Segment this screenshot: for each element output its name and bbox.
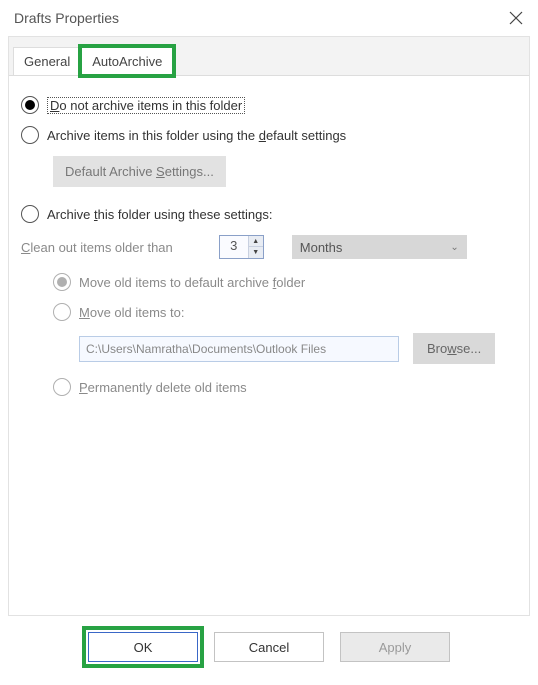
spinner-up-icon: ▲ [249, 236, 263, 247]
spinner-down-icon: ▼ [249, 247, 263, 258]
apply-button: Apply [340, 632, 450, 662]
option-do-not-archive[interactable]: Do not archive items in this folder [21, 96, 517, 114]
option-archive-default[interactable]: Archive items in this folder using the d… [21, 126, 517, 144]
radio-icon [53, 378, 71, 396]
browse-button: Browse... [413, 333, 495, 364]
cancel-button[interactable]: Cancel [214, 632, 324, 662]
radio-icon [53, 303, 71, 321]
archive-path-field: C:\Users\Namratha\Documents\Outlook File… [79, 336, 399, 362]
chevron-down-icon: ⌄ [450, 242, 458, 253]
default-archive-settings-button: Default Archive Settings... [53, 156, 226, 187]
option-archive-these-settings[interactable]: Archive this folder using these settings… [21, 205, 517, 223]
radio-icon [53, 273, 71, 291]
spinner-value: 3 [220, 236, 248, 258]
clean-out-label: Clean out items older than [21, 240, 173, 255]
suboption-permanently-delete: Permanently delete old items [53, 378, 517, 396]
radio-icon [21, 205, 39, 223]
option-label: Move old items to: [79, 305, 185, 320]
radio-icon [21, 96, 39, 114]
tab-general[interactable]: General [13, 47, 81, 75]
suboption-move-default-folder: Move old items to default archive folder [53, 273, 517, 291]
option-label: Move old items to default archive folder [79, 275, 305, 290]
suboption-move-to: Move old items to: [53, 303, 517, 321]
ok-button[interactable]: OK [88, 632, 198, 662]
radio-icon [21, 126, 39, 144]
unit-dropdown: Months ⌄ [292, 235, 467, 259]
option-label: Archive items in this folder using the d… [47, 128, 346, 143]
tab-panel-autoarchive: Do not archive items in this folder Arch… [9, 75, 529, 615]
option-label: Do not archive items in this folder [47, 97, 245, 114]
clean-out-spinner: 3 ▲ ▼ [219, 235, 264, 259]
tab-autoarchive[interactable]: AutoArchive [81, 47, 173, 75]
option-label: Archive this folder using these settings… [47, 207, 272, 222]
dialog-title: Drafts Properties [14, 10, 119, 26]
close-icon[interactable] [508, 10, 524, 26]
dropdown-value: Months [300, 240, 343, 255]
option-label: Permanently delete old items [79, 380, 247, 395]
